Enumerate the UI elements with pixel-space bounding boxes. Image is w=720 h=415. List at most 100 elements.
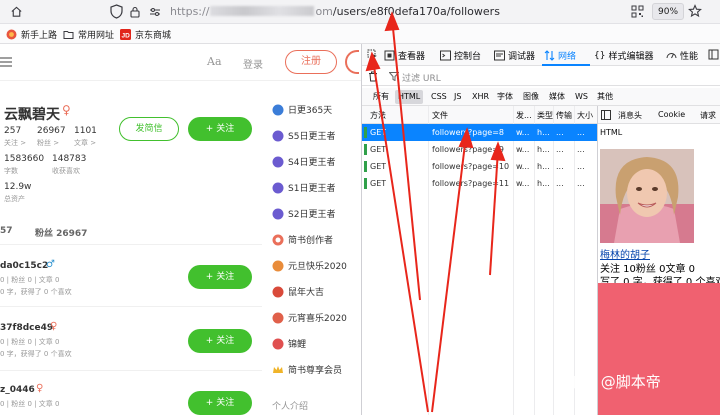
permissions-icon[interactable] xyxy=(149,6,161,18)
badge-icon xyxy=(272,156,284,167)
tab-style-editor[interactable]: {} 样式编辑器 xyxy=(594,49,653,63)
request-method: GET xyxy=(370,145,387,154)
tab-cookies[interactable]: Cookie xyxy=(658,110,685,119)
tab-debugger[interactable]: 调试器 xyxy=(494,49,535,62)
stat-articles-label[interactable]: 文章 > xyxy=(74,138,96,148)
badge-icon xyxy=(272,234,284,245)
col-transfer[interactable]: 传输 xyxy=(556,110,574,121)
tab-performance[interactable]: 性能 xyxy=(666,49,698,62)
filter-fonts[interactable]: 字体 xyxy=(494,90,516,104)
filter-html[interactable]: HTML xyxy=(395,90,424,104)
stat-articles-value[interactable]: 1101 xyxy=(74,126,97,136)
bookmark-item[interactable]: 常用网址 xyxy=(63,28,114,41)
profile-page: Aa 登录 注册 云飘碧天 ♀ 发简信 + 关注 257 关注 > 26967 … xyxy=(0,44,361,415)
col-method[interactable]: 方法 xyxy=(370,110,398,121)
request-row[interactable]: GET followers?page=11 w... h... ... ... xyxy=(362,175,597,192)
request-cause: h... xyxy=(537,179,550,188)
stat-likes-label: 收获喜欢 xyxy=(52,167,80,175)
bookmark-item[interactable]: JD 京东商城 xyxy=(120,28,171,41)
sidebar-item-badge[interactable]: S5日更王者 xyxy=(272,129,335,142)
write-button-edge[interactable] xyxy=(345,50,359,74)
stat-following-label[interactable]: 关注 > xyxy=(4,138,26,148)
follow-button[interactable]: + 关注 xyxy=(188,117,252,141)
shield-icon[interactable] xyxy=(110,4,123,19)
home-icon[interactable] xyxy=(10,5,23,18)
badge-label: 简书创作者 xyxy=(288,236,334,246)
sidebar-item-badge[interactable]: S1日更王者 xyxy=(272,181,335,194)
filter-all[interactable]: 所有 xyxy=(370,90,392,104)
send-message-button[interactable]: 发简信 xyxy=(119,117,179,141)
badge-label: 鼠年大吉 xyxy=(288,288,325,298)
col-type[interactable]: 类型 xyxy=(537,110,553,121)
lock-icon[interactable] xyxy=(129,6,141,18)
zoom-level[interactable]: 90% xyxy=(652,3,685,20)
sidebar-item-badge[interactable]: 日更365天 xyxy=(272,103,332,116)
screenshot-root: https://om/users/e8f0defa170a/followers … xyxy=(0,0,720,415)
request-row[interactable]: GET followers?page=9 w... h... ... ... xyxy=(362,141,597,158)
preview-user-name[interactable]: 梅林的胡子 xyxy=(600,246,650,261)
firefox-icon xyxy=(6,29,17,40)
follow-button[interactable]: + 关注 xyxy=(188,391,252,415)
font-toggle[interactable]: Aa xyxy=(207,55,222,68)
badge-label: 日更365天 xyxy=(288,106,333,116)
bookmark-star-icon[interactable] xyxy=(688,4,702,18)
stat-following-value[interactable]: 257 xyxy=(4,126,21,136)
filter-media[interactable]: 媒体 xyxy=(546,90,568,104)
follow-button[interactable]: + 关注 xyxy=(188,329,252,353)
sidebar-item-badge[interactable]: 简书尊享会员 xyxy=(272,363,342,376)
url-field[interactable]: https:// om/users/e8f0defa170a/followers xyxy=(170,5,500,18)
sidebar-item-badge[interactable]: S4日更王者 xyxy=(272,155,335,168)
stat-followers-value[interactable]: 26967 xyxy=(37,126,66,136)
request-method: GET xyxy=(370,162,387,171)
toggle-sidebar-icon[interactable] xyxy=(601,110,611,120)
request-row[interactable]: GET followers?page=8 w... h... ... ... xyxy=(362,124,597,141)
trash-icon[interactable] xyxy=(368,71,378,82)
qr-code-icon[interactable] xyxy=(631,5,644,18)
request-method: GET xyxy=(370,128,387,137)
request-method: GET xyxy=(370,179,387,188)
more-tools-icon[interactable] xyxy=(708,49,719,60)
filter-css[interactable]: CSS xyxy=(428,90,450,104)
filter-images[interactable]: 图像 xyxy=(520,90,542,104)
follower-name[interactable]: 37f8dce49 xyxy=(0,323,53,333)
tab-network[interactable]: 网络 xyxy=(544,49,576,62)
follow-button[interactable]: + 关注 xyxy=(188,265,252,289)
signup-button[interactable]: 注册 xyxy=(285,50,337,74)
tab-inspector[interactable]: 查看器 xyxy=(384,49,425,62)
follower-name[interactable]: da0c15c2 xyxy=(0,261,48,271)
tab-request[interactable]: 请求 xyxy=(700,110,716,121)
tab-followers[interactable]: 粉丝 26967 xyxy=(35,226,87,239)
col-file[interactable]: 文件 xyxy=(432,110,512,121)
sidebar-item-badge[interactable]: 锦鲤 xyxy=(272,337,306,350)
badge-label: 简书尊享会员 xyxy=(288,366,343,376)
braces-icon: {} xyxy=(594,50,606,61)
filter-ws[interactable]: WS xyxy=(572,90,591,104)
filter-js[interactable]: JS xyxy=(451,90,464,104)
sidebar-item-badge[interactable]: 元宵喜乐2020 xyxy=(272,311,347,324)
request-row[interactable]: GET followers?page=10 w... h... ... ... xyxy=(362,158,597,175)
col-domain[interactable]: 发... xyxy=(516,110,534,121)
sidebar-item-badge[interactable]: 鼠年大吉 xyxy=(272,285,324,298)
badge-icon xyxy=(272,130,284,141)
sidebar-item-badge[interactable]: 元旦快乐2020 xyxy=(272,259,347,272)
bookmark-item[interactable]: 新手上路 xyxy=(6,28,57,41)
tab-label: 性能 xyxy=(680,52,699,62)
follower-name[interactable]: z_0446 xyxy=(0,385,35,395)
sidebar-item-badge[interactable]: S2日更王者 xyxy=(272,207,335,220)
url-scheme: https:// xyxy=(170,5,210,18)
request-type: ... xyxy=(556,128,564,137)
stat-followers-label[interactable]: 粉丝 > xyxy=(37,138,59,148)
menu-icon[interactable] xyxy=(0,54,14,70)
col-size[interactable]: 大小 xyxy=(577,110,597,121)
tab-following[interactable]: 57 xyxy=(0,226,13,236)
request-type: ... xyxy=(556,162,564,171)
sidebar-item-badge[interactable]: 简书创作者 xyxy=(272,233,333,246)
pick-element-icon[interactable] xyxy=(367,49,378,60)
stat-likes-value: 148783 xyxy=(52,154,87,164)
filter-xhr[interactable]: XHR xyxy=(469,90,492,104)
tab-console[interactable]: 控制台 xyxy=(440,49,481,62)
filter-url-input[interactable]: 过滤 URL xyxy=(402,71,441,84)
filter-other[interactable]: 其他 xyxy=(594,90,616,104)
login-link[interactable]: 登录 xyxy=(243,56,263,71)
tab-headers[interactable]: 消息头 xyxy=(618,110,642,121)
